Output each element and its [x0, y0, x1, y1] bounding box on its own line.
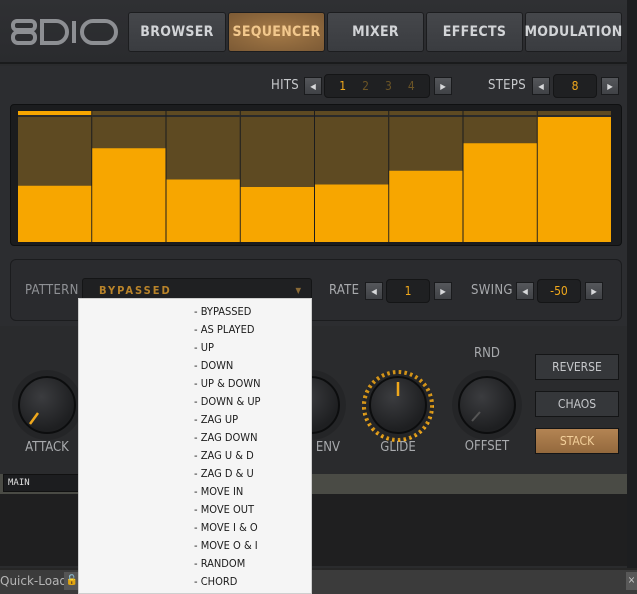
pattern-option[interactable]: - ZAG U & D [194, 449, 254, 462]
attack-label: ATTACK [25, 440, 69, 455]
arrow-left-icon: ◀ [522, 286, 528, 296]
arrow-right-icon: ▶ [591, 286, 597, 296]
rate-display[interactable]: 1 [386, 279, 430, 303]
steps-display[interactable]: 8 [553, 74, 597, 98]
step-separator [389, 115, 463, 117]
hit-1[interactable]: 1 [339, 79, 346, 93]
swing-label: SWING [471, 283, 513, 298]
step-separator [463, 115, 537, 117]
pattern-option[interactable]: - AS PLAYED [194, 323, 254, 336]
knob-indicator-icon [471, 411, 481, 422]
pattern-option[interactable]: - DOWN [194, 359, 233, 372]
tab-effects[interactable]: EFFECTS [426, 12, 523, 52]
arrow-right-icon: ▶ [440, 286, 446, 296]
knob-indicator-icon [396, 382, 400, 396]
pattern-option[interactable]: - MOVE I & O [194, 521, 258, 534]
step-grid[interactable] [18, 111, 612, 242]
rnd-label: RND [474, 346, 500, 361]
step-bar-8[interactable] [537, 117, 611, 242]
tab-mixer[interactable]: MIXER [327, 12, 424, 52]
rate-decrement-button[interactable]: ◀ [365, 282, 383, 300]
main-tag[interactable]: MAIN [3, 474, 79, 492]
rate-increment-button[interactable]: ▶ [434, 282, 452, 300]
step-separator [92, 115, 166, 117]
step-bar-1[interactable] [18, 185, 92, 242]
steps-increment-button[interactable]: ▶ [601, 77, 619, 95]
pattern-option[interactable]: - MOVE O & I [194, 539, 258, 552]
pattern-option[interactable]: - MOVE IN [194, 485, 243, 498]
stack-button[interactable]: STACK [535, 428, 619, 454]
step-bar-3[interactable] [166, 179, 240, 243]
glide-knob[interactable] [369, 376, 427, 434]
arrow-left-icon: ◀ [371, 286, 377, 296]
step-separator [315, 115, 389, 117]
knob-indicator-icon [28, 412, 40, 425]
step-separator [537, 115, 611, 117]
glide-label: GLIDE [380, 440, 416, 455]
hit-3[interactable]: 3 [385, 79, 392, 93]
hits-increment-button[interactable]: ▶ [434, 77, 452, 95]
offset-label: OFFSET [464, 439, 510, 454]
step-bar-5[interactable] [315, 184, 389, 243]
pattern-option[interactable]: - UP [194, 341, 214, 354]
step-separator [166, 115, 240, 117]
arrow-left-icon: ◀ [538, 81, 544, 91]
pattern-option[interactable]: - BYPASSED [194, 305, 251, 318]
step-separator [240, 115, 314, 117]
pattern-option[interactable]: - ZAG D & U [194, 467, 254, 480]
hits-display[interactable]: 1 2 3 4 [324, 74, 430, 98]
pattern-option[interactable]: - ZAG DOWN [194, 431, 257, 444]
attack-knob[interactable] [18, 376, 76, 434]
steps-decrement-button[interactable]: ◀ [532, 77, 550, 95]
offset-knob[interactable] [458, 376, 516, 434]
pattern-value: BYPASSED [99, 284, 172, 297]
tab-sequencer[interactable]: SEQUENCER [228, 12, 325, 52]
pattern-option[interactable]: - DOWN & UP [194, 395, 261, 408]
pattern-label: PATTERN [25, 283, 79, 298]
tab-browser[interactable]: BROWSER [128, 12, 226, 52]
swing-increment-button[interactable]: ▶ [585, 282, 603, 300]
step-separator [18, 115, 92, 117]
pattern-option[interactable]: - ZAG UP [194, 413, 238, 426]
hits-label: HITS [271, 78, 300, 93]
rate-label: RATE [329, 283, 360, 298]
swing-display[interactable]: -50 [537, 279, 581, 303]
step-bar-7[interactable] [463, 143, 537, 242]
arrow-right-icon: ▶ [607, 81, 613, 91]
swing-decrement-button[interactable]: ◀ [516, 282, 534, 300]
step-bar-4[interactable] [240, 187, 314, 242]
arrow-left-icon: ◀ [310, 81, 316, 91]
hit-4[interactable]: 4 [408, 79, 415, 93]
hit-2[interactable]: 2 [362, 79, 369, 93]
steps-label: STEPS [488, 78, 526, 93]
pattern-option[interactable]: - UP & DOWN [194, 377, 261, 390]
pattern-option[interactable]: - CHORD [194, 575, 237, 588]
8dio-logo [11, 19, 118, 45]
tab-modulation[interactable]: MODULATION [524, 12, 622, 52]
reverse-button[interactable]: REVERSE [535, 354, 619, 380]
step-bar-6[interactable] [389, 170, 463, 242]
window-edge [627, 0, 637, 594]
current-step-indicator [18, 111, 92, 115]
chaos-button[interactable]: CHAOS [535, 391, 619, 417]
step-bar-2[interactable] [92, 148, 166, 242]
hits-decrement-button[interactable]: ◀ [304, 77, 322, 95]
pattern-option[interactable]: - MOVE OUT [194, 503, 254, 516]
quickload-label: Quick-Load [0, 574, 68, 588]
chevron-down-icon: ▼ [295, 286, 301, 295]
arrow-right-icon: ▶ [440, 81, 446, 91]
pattern-dropdown-menu: - BYPASSED - AS PLAYED - UP - DOWN - UP & DO… [78, 298, 312, 594]
close-icon[interactable]: × [626, 572, 637, 590]
pattern-option[interactable]: - RANDOM [194, 557, 245, 570]
